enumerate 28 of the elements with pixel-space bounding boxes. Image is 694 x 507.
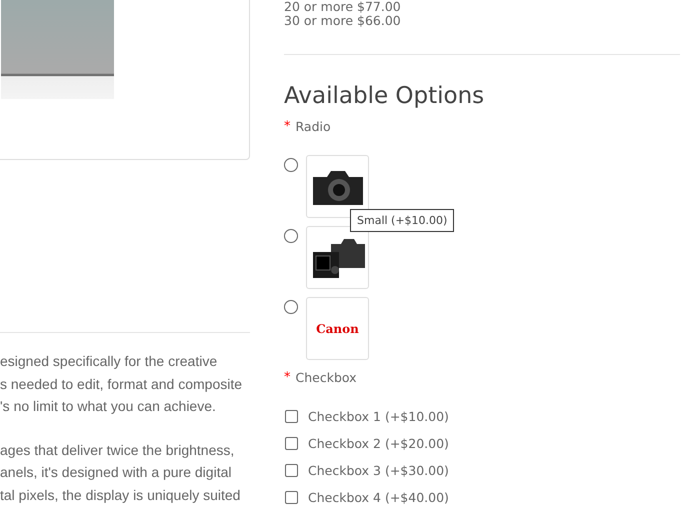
option-image[interactable] <box>306 226 369 289</box>
brand-logo: Canon <box>316 322 359 336</box>
tooltip: Small (+$10.00) <box>350 209 454 232</box>
checkbox-label[interactable]: Checkbox 2 (+$20.00) <box>308 434 449 453</box>
discount-price: 20 or more $77.00 <box>284 0 402 14</box>
description-line: esigned specifically for the creative <box>0 352 218 371</box>
field-label: Radio <box>296 118 331 136</box>
field-label: Checkbox <box>296 369 357 387</box>
checkbox[interactable] <box>285 410 298 423</box>
discount-price: 30 or more $66.00 <box>284 13 402 30</box>
description-line: s needed to edit, format and composite <box>0 374 244 394</box>
description-line: 's no limit to what you can achieve. <box>0 397 217 416</box>
radio-button[interactable] <box>284 229 298 243</box>
section-heading: Available Options <box>284 82 486 111</box>
option-image[interactable]: Canon <box>306 297 369 360</box>
required-mark: * <box>284 369 290 387</box>
checkbox-label[interactable]: Checkbox 4 (+$40.00) <box>308 488 449 507</box>
checkbox[interactable] <box>285 464 298 477</box>
radio-button[interactable] <box>284 158 298 172</box>
required-mark: * <box>284 118 290 136</box>
description-line: tal pixels, the display is uniquely suited <box>0 486 242 505</box>
checkbox-label[interactable]: Checkbox 1 (+$10.00) <box>308 407 449 426</box>
checkbox[interactable] <box>285 491 298 504</box>
description-line: ages that deliver twice the brightness, <box>0 440 236 460</box>
checkbox[interactable] <box>285 437 298 450</box>
description-line: anels, it's designed with a pure digital <box>0 463 232 482</box>
radio-button[interactable] <box>284 300 298 314</box>
checkbox-label[interactable]: Checkbox 3 (+$30.00) <box>308 461 449 480</box>
